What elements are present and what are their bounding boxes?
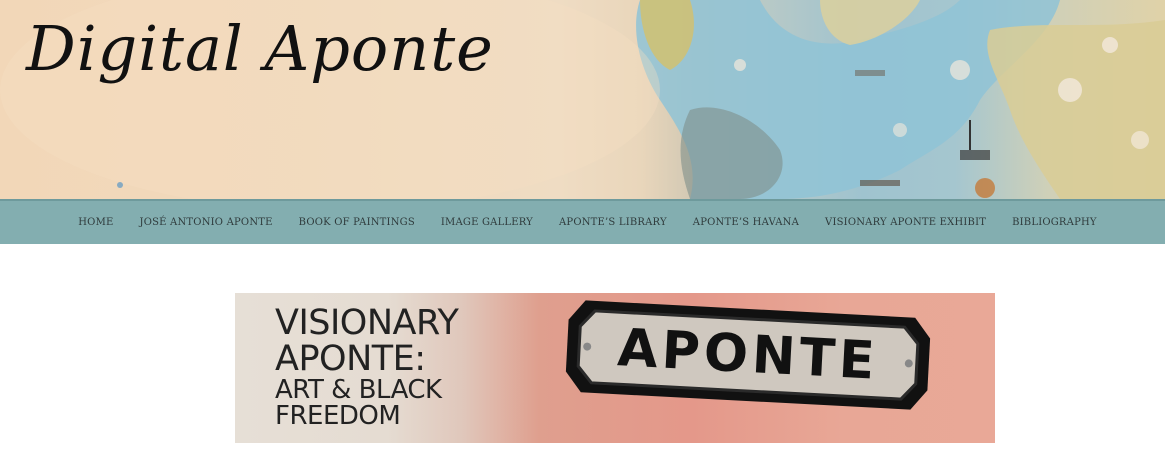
nav-item-book-of-paintings[interactable]: BOOK OF PAINTINGS <box>299 217 415 228</box>
exhibit-subtitle-line-1: ART & BLACK <box>275 375 442 405</box>
nav-item-image-gallery[interactable]: IMAGE GALLERY <box>441 217 533 228</box>
header-banner: Digital Aponte <box>0 0 1165 199</box>
nav-item-jose-antonio-aponte[interactable]: JOSÉ ANTONIO APONTE <box>140 217 273 228</box>
nav-item-apontes-library[interactable]: APONTE’S LIBRARY <box>559 217 667 228</box>
exhibit-title-line-1: VISIONARY <box>275 303 459 343</box>
main-navigation: HOME JOSÉ ANTONIO APONTE BOOK OF PAINTIN… <box>0 199 1165 244</box>
nav-item-home[interactable]: HOME <box>78 217 113 228</box>
exhibit-banner-text: VISIONARY APONTE: ART & BLACK FREEDOM <box>275 303 459 431</box>
nav-item-visionary-aponte-exhibit[interactable]: VISIONARY APONTE EXHIBIT <box>825 217 986 228</box>
nav-menu: HOME JOSÉ ANTONIO APONTE BOOK OF PAINTIN… <box>0 201 1165 244</box>
nav-item-bibliography[interactable]: BIBLIOGRAPHY <box>1012 217 1097 228</box>
nav-item-apontes-havana[interactable]: APONTE’S HAVANA <box>693 217 799 228</box>
street-sign-image: APONTE <box>561 293 936 416</box>
exhibit-title-line-2: APONTE: <box>275 339 426 379</box>
street-sign-text: APONTE <box>616 318 880 392</box>
site-title[interactable]: Digital Aponte <box>26 18 494 80</box>
exhibit-subtitle-line-2: FREEDOM <box>275 401 401 431</box>
exhibit-banner[interactable]: VISIONARY APONTE: ART & BLACK FREEDOM AP… <box>235 293 995 443</box>
